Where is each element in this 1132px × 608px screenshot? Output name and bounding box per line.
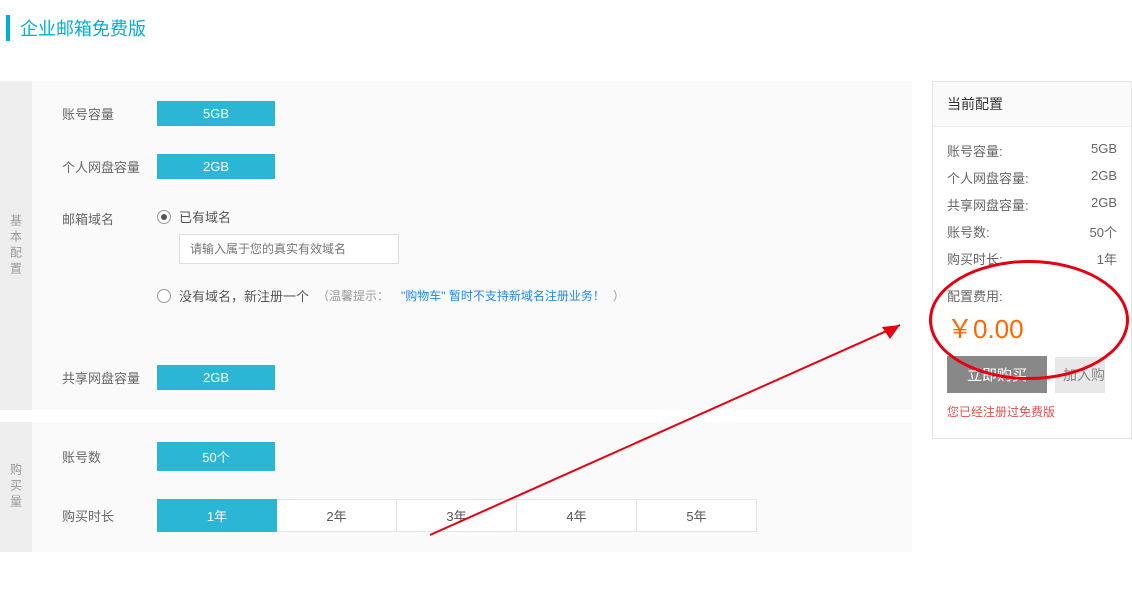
value-account-count[interactable]: 50个	[157, 442, 275, 471]
radio-icon	[157, 289, 171, 303]
config-row-label: 购买时长:	[947, 249, 1003, 268]
radio-has-domain[interactable]: 已有域名	[157, 207, 625, 226]
side-label-purchase: 购买量	[0, 422, 32, 552]
buy-button[interactable]: 立即购买	[947, 356, 1047, 393]
config-row-label: 账号容量:	[947, 141, 1003, 160]
duration-tab[interactable]: 5年	[637, 499, 757, 532]
config-row-value: 50个	[1090, 222, 1117, 241]
config-row-value: 2GB	[1091, 195, 1117, 214]
registered-note: 您已经注册过免费版	[933, 393, 1131, 420]
radio-no-domain-label: 没有域名，新注册一个	[179, 286, 309, 305]
label-account-capacity: 账号容量	[62, 104, 157, 123]
config-row-value: 2GB	[1091, 168, 1117, 187]
duration-tab[interactable]: 1年	[157, 499, 277, 532]
domain-hint: "购物车" 暂时不支持新域名注册业务！	[401, 287, 605, 304]
value-shared-disk[interactable]: 2GB	[157, 365, 275, 390]
value-account-capacity[interactable]: 5GB	[157, 101, 275, 126]
config-row: 个人网盘容量: 2GB	[933, 164, 1131, 191]
config-row-value: 1年	[1097, 249, 1117, 268]
add-to-cart-button[interactable]: 加入购	[1055, 357, 1105, 393]
duration-tab[interactable]: 4年	[517, 499, 637, 532]
label-duration: 购买时长	[62, 506, 157, 525]
section-purchase: 购买量 账号数 50个 购买时长 1年2年3年4年5年	[0, 422, 912, 552]
price-label: 配置费用:	[933, 272, 1131, 309]
config-panel-title: 当前配置	[933, 82, 1131, 127]
config-row: 购买时长: 1年	[933, 245, 1131, 272]
config-row-value: 5GB	[1091, 141, 1117, 160]
duration-tab[interactable]: 2年	[277, 499, 397, 532]
duration-tabs: 1年2年3年4年5年	[157, 499, 757, 532]
label-personal-disk: 个人网盘容量	[62, 157, 157, 176]
config-row: 账号数: 50个	[933, 218, 1131, 245]
radio-has-domain-label: 已有域名	[179, 207, 231, 226]
hint-suffix: ）	[613, 287, 625, 304]
config-row-label: 账号数:	[947, 222, 990, 241]
radio-icon	[157, 210, 171, 224]
price-value: ￥0.00	[933, 309, 1131, 346]
radio-no-domain[interactable]: 没有域名，新注册一个 （温馨提示： "购物车" 暂时不支持新域名注册业务！ ）	[157, 286, 625, 305]
label-account-count: 账号数	[62, 447, 157, 466]
config-panel: 当前配置 账号容量: 5GB 个人网盘容量: 2GB 共享网盘容量: 2GB 账号数: 50个…	[932, 81, 1132, 439]
config-row: 共享网盘容量: 2GB	[933, 191, 1131, 218]
config-row: 账号容量: 5GB	[933, 137, 1131, 164]
hint-prefix: （温馨提示：	[317, 287, 389, 304]
domain-input[interactable]	[179, 234, 399, 264]
side-label-basic: 基本配置	[0, 81, 32, 410]
value-personal-disk[interactable]: 2GB	[157, 154, 275, 179]
left-column: 基本配置 账号容量 5GB 个人网盘容量 2GB 邮箱域名	[0, 81, 912, 564]
label-domain: 邮箱域名	[62, 207, 157, 228]
config-row-label: 共享网盘容量:	[947, 195, 1029, 214]
duration-tab[interactable]: 3年	[397, 499, 517, 532]
section-basic: 基本配置 账号容量 5GB 个人网盘容量 2GB 邮箱域名	[0, 81, 912, 410]
page-title: 企业邮箱免费版	[6, 15, 1132, 41]
label-shared-disk: 共享网盘容量	[62, 368, 157, 387]
config-row-label: 个人网盘容量:	[947, 168, 1029, 187]
